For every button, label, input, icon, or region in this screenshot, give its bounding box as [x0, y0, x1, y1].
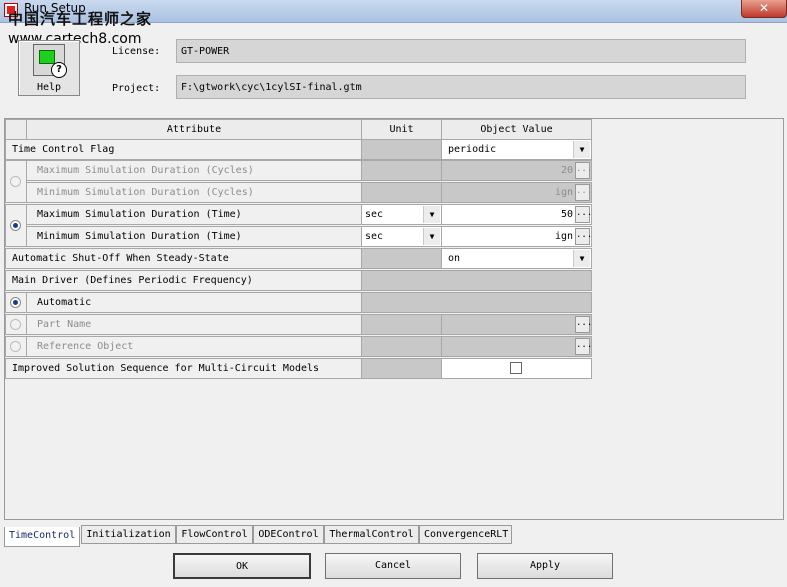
part-name-dots-button[interactable]: ...: [575, 316, 591, 333]
max-sim-cycles-unit: [361, 160, 442, 181]
reference-object-label: Reference Object: [26, 336, 362, 357]
max-sim-time-unit-dropdown[interactable]: sec ▼: [361, 204, 442, 225]
reference-object-radio-cell: [5, 336, 27, 357]
min-sim-time-value: ign: [554, 231, 573, 242]
max-sim-cycles-value: 20: [560, 165, 573, 176]
main-driver-value: [361, 270, 592, 291]
help-icon: ?: [33, 44, 67, 78]
part-name-radio[interactable]: [10, 319, 21, 330]
tab-odecontrol[interactable]: ODEControl: [253, 525, 324, 544]
watermark-chinese: 中国汽车工程师之家: [8, 10, 153, 28]
chevron-down-icon[interactable]: ▼: [573, 141, 590, 158]
apply-button[interactable]: Apply: [477, 553, 613, 579]
max-sim-time-dots-button[interactable]: ...: [575, 206, 591, 223]
time-control-flag-label: Time Control Flag: [5, 139, 362, 160]
min-sim-time-dots-button[interactable]: ...: [575, 228, 591, 245]
auto-shutoff-unit: [361, 248, 442, 269]
time-control-flag-unit: [361, 139, 442, 160]
min-sim-cycles-label: Minimum Simulation Duration (Cycles): [26, 182, 362, 203]
license-label: License:: [112, 46, 161, 57]
max-sim-cycles-field[interactable]: 20 ...: [441, 160, 592, 181]
min-sim-cycles-dots-button[interactable]: ...: [575, 184, 591, 201]
max-sim-time-unit: sec: [365, 209, 384, 220]
ok-button[interactable]: OK: [173, 553, 311, 579]
automatic-radio[interactable]: [10, 297, 21, 308]
max-sim-cycles-dots-button[interactable]: ...: [575, 162, 591, 179]
corner-cell: [5, 119, 27, 140]
cancel-button[interactable]: Cancel: [325, 553, 461, 579]
min-sim-cycles-unit: [361, 182, 442, 203]
auto-shutoff-dropdown[interactable]: on ▼: [441, 248, 592, 269]
license-field: GT-POWER: [176, 39, 746, 63]
part-name-field[interactable]: ...: [441, 314, 592, 335]
tab-thermalcontrol[interactable]: ThermalControl: [324, 525, 419, 544]
improved-solution-checkbox[interactable]: [510, 362, 522, 374]
chevron-down-icon[interactable]: ▼: [423, 228, 440, 245]
reference-object-dots-button[interactable]: ...: [575, 338, 591, 355]
tab-initialization[interactable]: Initialization: [81, 525, 176, 544]
auto-shutoff-label: Automatic Shut-Off When Steady-State: [5, 248, 362, 269]
time-control-flag-value: periodic: [448, 144, 497, 155]
max-sim-time-value: 50: [560, 209, 573, 220]
part-name-label: Part Name: [26, 314, 362, 335]
min-sim-cycles-field[interactable]: ign ...: [441, 182, 592, 203]
time-radio-cell: [5, 204, 27, 247]
column-header-unit: Unit: [361, 119, 442, 140]
automatic-radio-cell: [5, 292, 27, 313]
main-driver-label: Main Driver (Defines Periodic Frequency): [5, 270, 362, 291]
reference-object-field[interactable]: ...: [441, 336, 592, 357]
project-field: F:\gtwork\cyc\1cylSI-final.gtm: [176, 75, 746, 99]
reference-object-radio[interactable]: [10, 341, 21, 352]
time-radio[interactable]: [10, 220, 21, 231]
project-label: Project:: [112, 83, 161, 94]
improved-solution-unit: [361, 358, 442, 379]
improved-solution-cell: [441, 358, 592, 379]
reference-object-unit: [361, 336, 442, 357]
min-sim-time-field[interactable]: ign ...: [441, 226, 592, 247]
help-label: Help: [36, 82, 62, 93]
chevron-down-icon[interactable]: ▼: [423, 206, 440, 223]
column-header-attribute: Attribute: [26, 119, 362, 140]
tab-timecontrol[interactable]: TimeControl: [4, 527, 80, 547]
close-button[interactable]: ✕: [741, 0, 787, 18]
max-sim-time-field[interactable]: 50 ...: [441, 204, 592, 225]
chevron-down-icon[interactable]: ▼: [573, 250, 590, 267]
column-header-value: Object Value: [441, 119, 592, 140]
min-sim-time-label: Minimum Simulation Duration (Time): [26, 226, 362, 247]
min-sim-time-unit-dropdown[interactable]: sec ▼: [361, 226, 442, 247]
tab-flowcontrol[interactable]: FlowControl: [176, 525, 253, 544]
automatic-label: Automatic: [26, 292, 362, 313]
max-sim-time-label: Maximum Simulation Duration (Time): [26, 204, 362, 225]
part-name-unit: [361, 314, 442, 335]
cycles-radio[interactable]: [10, 176, 21, 187]
automatic-value: [361, 292, 592, 313]
tab-convergencerlt[interactable]: ConvergenceRLT: [419, 525, 512, 544]
part-name-radio-cell: [5, 314, 27, 335]
min-sim-cycles-value: ign: [554, 187, 573, 198]
attribute-table: Attribute Unit Object Value Time Control…: [4, 118, 784, 520]
help-button[interactable]: ? Help: [18, 40, 80, 96]
cycles-radio-cell: [5, 160, 27, 203]
time-control-flag-dropdown[interactable]: periodic ▼: [441, 139, 592, 160]
improved-solution-label: Improved Solution Sequence for Multi-Cir…: [5, 358, 362, 379]
max-sim-cycles-label: Maximum Simulation Duration (Cycles): [26, 160, 362, 181]
auto-shutoff-value: on: [448, 253, 461, 264]
min-sim-time-unit: sec: [365, 231, 384, 242]
